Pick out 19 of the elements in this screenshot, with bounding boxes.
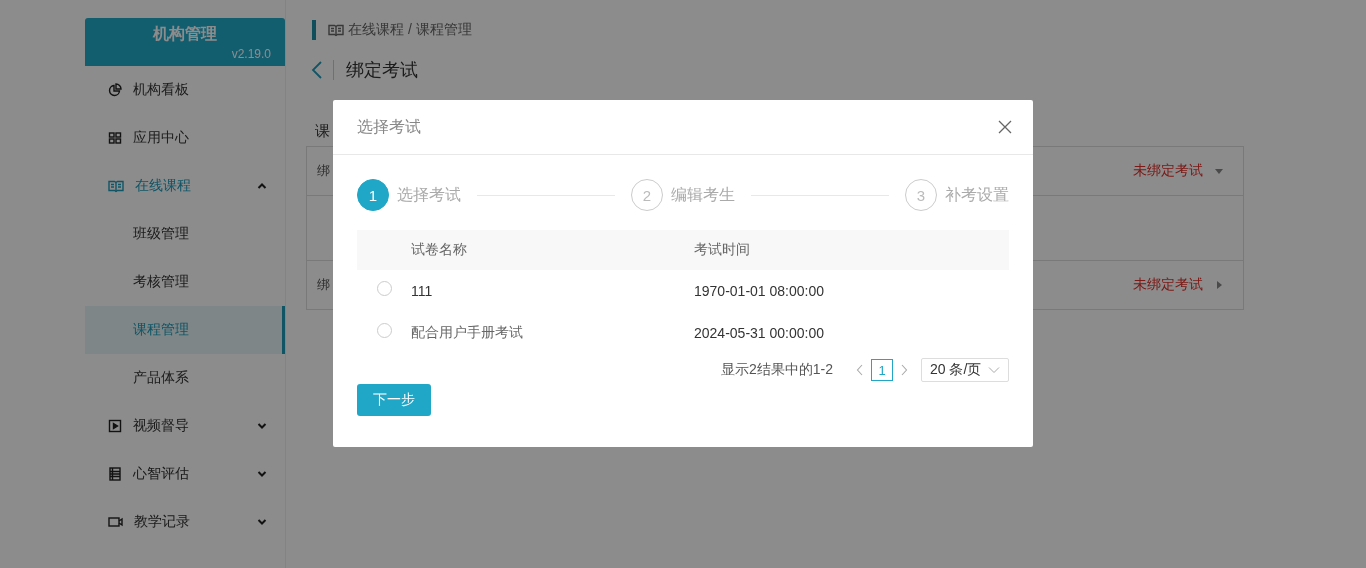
table-cell-text: 2024-05-31 00:00:00 xyxy=(694,325,825,341)
app-title: 机构管理 xyxy=(153,24,217,44)
pagination-summary: 显示2结果中的1-2 xyxy=(720,361,833,379)
table-cell-text: 配合用户手册考试 xyxy=(411,324,524,342)
column-header: 试卷名称 xyxy=(411,241,468,259)
step-label: 选择考试 xyxy=(397,184,461,205)
step-label: 编辑考生 xyxy=(671,184,735,205)
step-label: 补考设置 xyxy=(945,184,1009,205)
breadcrumb: 在线课程 / 课程管理 xyxy=(348,21,472,39)
status-label: 未绑定考试 xyxy=(1133,276,1203,294)
tab-label: 课 xyxy=(315,122,331,140)
page-title: 绑定考试 xyxy=(346,59,418,82)
table-cell-text: 111 xyxy=(411,283,434,299)
dialog-title: 选择考试 xyxy=(357,116,421,137)
version-label: v2.19.0 xyxy=(231,47,272,61)
column-header: 考试时间 xyxy=(694,241,751,259)
status-label: 未绑定考试 xyxy=(1133,162,1203,180)
step-number: 1 xyxy=(357,179,389,211)
table-cell-text: 1970-01-01 08:00:00 xyxy=(694,283,825,299)
